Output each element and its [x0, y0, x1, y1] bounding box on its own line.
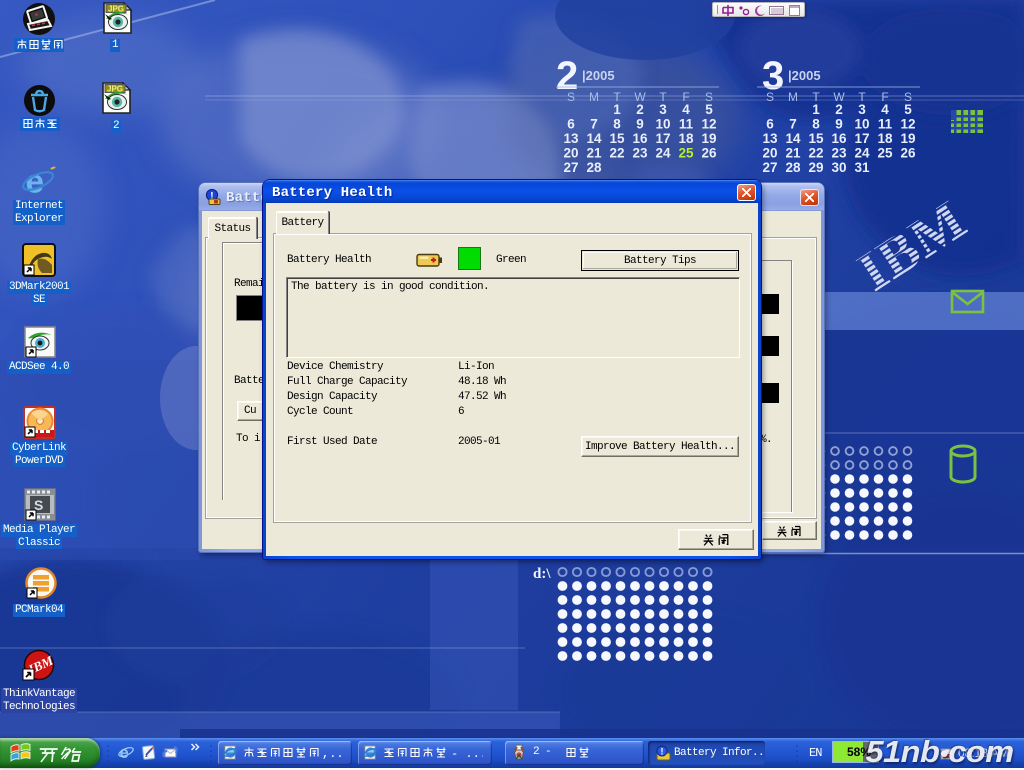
svg-text:9: 9 — [636, 117, 644, 132]
svg-text:5: 5 — [705, 102, 713, 117]
svg-text:18: 18 — [678, 131, 694, 146]
svg-text:S: S — [766, 90, 774, 104]
svg-text:12: 12 — [900, 117, 915, 132]
svg-text:10: 10 — [655, 117, 670, 132]
svg-text:M: M — [589, 90, 599, 104]
svg-text:23: 23 — [632, 146, 648, 161]
svg-text:21: 21 — [586, 146, 602, 161]
svg-text:20: 20 — [563, 146, 578, 161]
svg-text:8: 8 — [812, 117, 820, 132]
svg-text:29: 29 — [808, 160, 823, 175]
svg-text:2: 2 — [835, 102, 843, 117]
svg-text:10: 10 — [854, 117, 869, 132]
svg-text:6: 6 — [766, 117, 774, 132]
svg-text:4: 4 — [881, 102, 889, 117]
svg-text:22: 22 — [808, 146, 823, 161]
svg-text:|2005: |2005 — [582, 68, 615, 83]
svg-text:e: e — [26, 165, 44, 199]
svg-text:17: 17 — [655, 131, 670, 146]
svg-text:1: 1 — [613, 102, 621, 117]
svg-text:2: 2 — [636, 102, 644, 117]
svg-text:3: 3 — [858, 102, 866, 117]
svg-text:- ....: - .... — [451, 747, 483, 760]
svg-text:24: 24 — [854, 146, 870, 161]
svg-text:1: 1 — [812, 102, 820, 117]
svg-text:26: 26 — [900, 146, 916, 161]
svg-text:16: 16 — [831, 131, 847, 146]
svg-text:26: 26 — [701, 146, 717, 161]
svg-text:13: 13 — [563, 131, 579, 146]
svg-text:27: 27 — [762, 160, 777, 175]
svg-text:28: 28 — [586, 160, 602, 175]
svg-text:3: 3 — [659, 102, 667, 117]
svg-text:23: 23 — [831, 146, 847, 161]
svg-text:18: 18 — [877, 131, 893, 146]
svg-text:21: 21 — [785, 146, 801, 161]
svg-text:17: 17 — [854, 131, 869, 146]
svg-text:15: 15 — [609, 131, 625, 146]
svg-text:|2005: |2005 — [788, 68, 821, 83]
svg-text:9: 9 — [835, 117, 843, 132]
svg-text:20: 20 — [762, 146, 777, 161]
svg-text:19: 19 — [900, 131, 915, 146]
svg-text:8: 8 — [613, 117, 621, 132]
svg-text:27: 27 — [563, 160, 578, 175]
svg-text:JPG: JPG — [107, 85, 123, 94]
svg-text:28: 28 — [785, 160, 801, 175]
svg-text:JPG: JPG — [108, 5, 124, 14]
svg-text:,...: ,... — [322, 747, 343, 760]
svg-text:6: 6 — [567, 117, 575, 132]
svg-text:16: 16 — [632, 131, 648, 146]
svg-text:!: ! — [661, 747, 664, 757]
svg-text:24: 24 — [655, 146, 671, 161]
svg-text:7: 7 — [789, 117, 797, 132]
svg-text:11: 11 — [878, 117, 893, 132]
svg-text:19: 19 — [701, 131, 716, 146]
svg-text:15: 15 — [808, 131, 824, 146]
svg-text:S: S — [567, 90, 575, 104]
svg-text:e: e — [120, 744, 129, 761]
svg-text:M: M — [788, 90, 798, 104]
svg-text:4: 4 — [682, 102, 690, 117]
svg-text:25: 25 — [678, 146, 694, 161]
svg-text:7: 7 — [590, 117, 598, 132]
svg-text:22: 22 — [609, 146, 624, 161]
svg-text:25: 25 — [877, 146, 893, 161]
svg-text:14: 14 — [785, 131, 801, 146]
svg-text:31: 31 — [854, 160, 870, 175]
svg-text:13: 13 — [762, 131, 778, 146]
svg-text:d:\: d:\ — [533, 566, 551, 582]
svg-text:11: 11 — [679, 117, 694, 132]
svg-text:30: 30 — [831, 160, 846, 175]
svg-text:12: 12 — [701, 117, 716, 132]
svg-text:14: 14 — [586, 131, 602, 146]
svg-text:5: 5 — [904, 102, 912, 117]
